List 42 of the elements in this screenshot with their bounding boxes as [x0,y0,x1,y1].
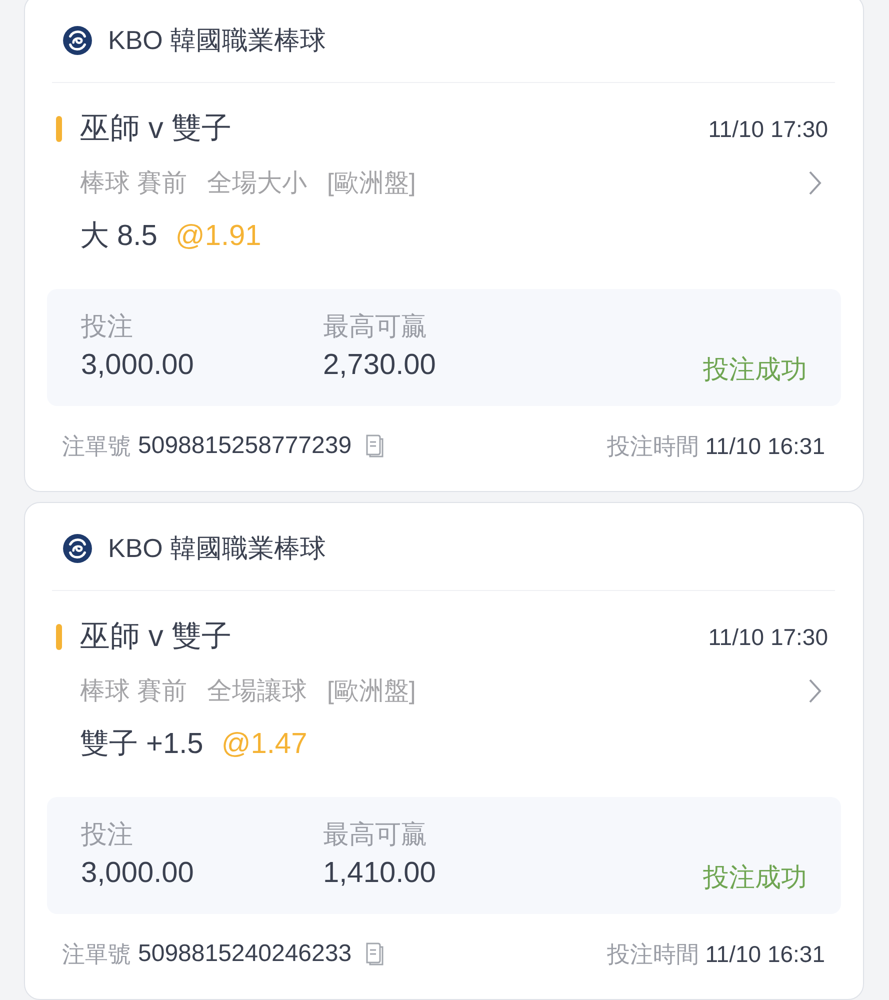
selection: 大 8.5 [80,219,158,253]
league-name: KBO 韓國職業棒球 [108,24,326,56]
market-label: 全場大小 [206,168,307,199]
match-title: 巫師 v 雙子 [80,619,233,655]
stake-label: 投注 [81,311,133,341]
payout-amount: 2,730.00 [323,348,436,383]
odds: @1.47 [221,727,308,761]
market-label: 棒球 賽前 [80,168,187,199]
bet-time: 11/10 16:31 [705,940,825,969]
market-label: [歐洲盤] [326,168,416,199]
odds: @1.91 [175,219,262,253]
match-title: 巫師 v 雙子 [80,111,233,147]
accent-bar [56,624,62,650]
document-icon[interactable] [364,434,384,458]
ticket-label: 注單號 [62,432,131,461]
bet-status: 投注成功 [703,353,807,386]
match-time: 11/10 17:30 [708,115,828,144]
market-label: 棒球 賽前 [80,676,187,707]
chevron-right-icon[interactable] [808,170,822,196]
market-label: [歐洲盤] [326,676,416,707]
swirl-logo-icon [62,24,93,56]
ticket-label: 注單號 [62,940,131,969]
ticket-number: 5098815258777239 [138,431,352,461]
bet-status: 投注成功 [703,861,807,894]
market-label: 全場讓球 [206,676,307,707]
league-name: KBO 韓國職業棒球 [108,532,326,564]
payout-label: 最高可贏 [323,311,427,341]
chevron-right-icon[interactable] [808,678,822,704]
payout-label: 最高可贏 [323,819,427,849]
payout-amount: 1,410.00 [323,856,436,891]
bet-time: 11/10 16:31 [705,432,825,461]
stake-label: 投注 [81,819,133,849]
bet-time-label: 投注時間 [607,940,700,969]
document-icon[interactable] [364,942,384,966]
ticket-number: 5098815240246233 [138,939,352,969]
selection: 雙子 +1.5 [80,727,204,761]
accent-bar [56,116,62,142]
match-time: 11/10 17:30 [708,623,828,652]
bet-time-label: 投注時間 [607,432,700,461]
swirl-logo-icon [62,532,93,564]
stake-amount: 3,000.00 [81,348,194,383]
stake-amount: 3,000.00 [81,856,194,891]
